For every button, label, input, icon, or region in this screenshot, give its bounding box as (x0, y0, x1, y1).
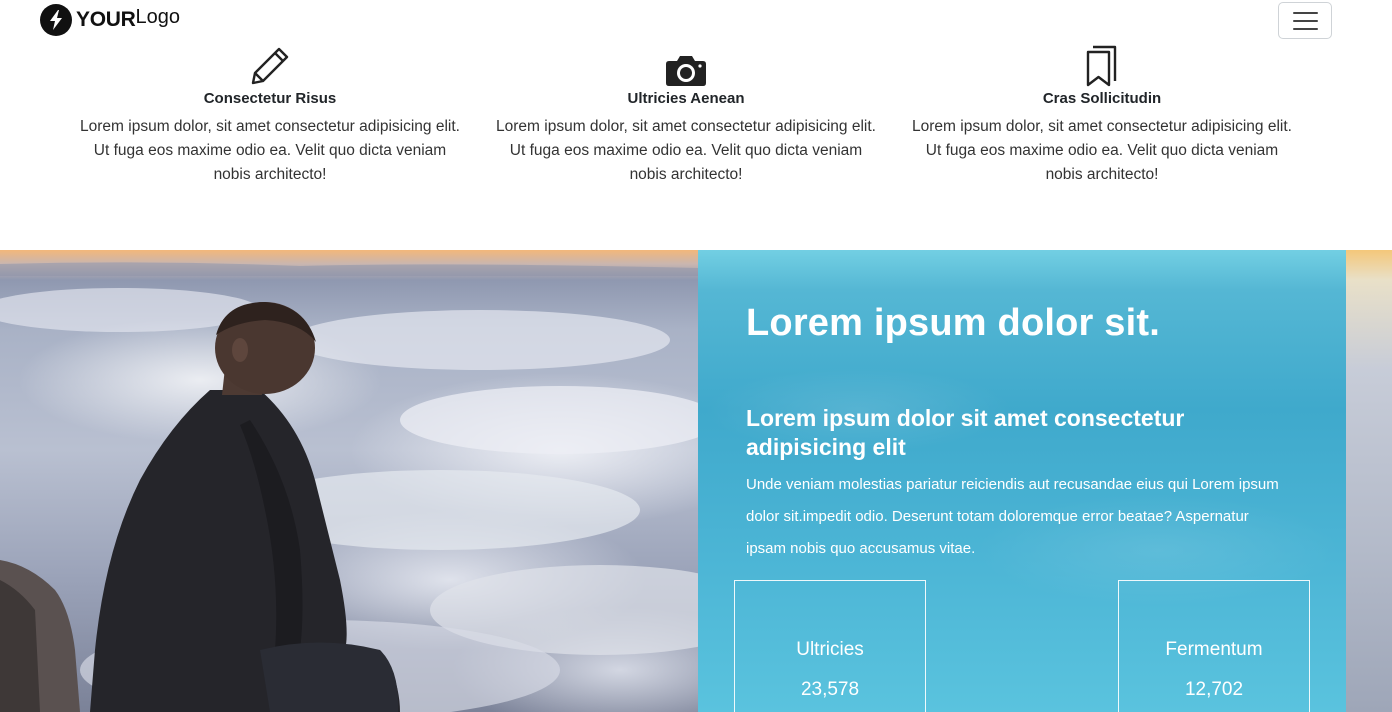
stat-label: Ultricies (796, 639, 864, 660)
stat-box: Ultricies 23,578 (734, 580, 926, 712)
feature-column: Ultricies Aenean Lorem ipsum dolor, sit … (496, 45, 876, 187)
hamburger-icon (1292, 11, 1318, 14)
bookmarks-icon (912, 45, 1292, 87)
stat-value: 12,702 (1184, 679, 1244, 700)
menu-toggle-button[interactable] (1278, 2, 1332, 39)
stat-value: 23,578 (800, 679, 860, 700)
feature-column: Cras Sollicitudin Lorem ipsum dolor, sit… (912, 45, 1292, 187)
navbar: YOUR Logo (0, 0, 1392, 42)
camera-icon (496, 45, 876, 87)
brand-logo[interactable]: YOUR Logo (40, 4, 180, 36)
logo-text-bold: YOUR (76, 8, 136, 31)
feature-column: Consectetur Risus Lorem ipsum dolor, sit… (80, 45, 460, 187)
stat-box: Fermentum 12,702 (1118, 580, 1310, 712)
hero-image-edge (1346, 250, 1392, 712)
hero-heading: Lorem ipsum dolor sit. (746, 302, 1160, 344)
pencil-icon (80, 45, 460, 87)
hero-overlay-panel: Lorem ipsum dolor sit. Lorem ipsum dolor… (698, 250, 1346, 712)
feature-text: Lorem ipsum dolor, sit amet consectetur … (80, 118, 460, 183)
hero-body-text: Unde veniam molestias pariatur reiciendi… (746, 476, 1279, 557)
hero-section: Lorem ipsum dolor sit. Lorem ipsum dolor… (0, 250, 1392, 712)
feature-title: Cras Sollicitudin (1042, 90, 1162, 107)
stat-label: Fermentum (1165, 639, 1263, 660)
logo-text-light: Logo (135, 5, 180, 28)
lightning-bolt-icon (40, 4, 72, 36)
hero-background-image (0, 262, 698, 712)
hero-subheading: Lorem ipsum dolor sit amet consectetur a… (746, 405, 1185, 460)
feature-text: Lorem ipsum dolor, sit amet consectetur … (496, 118, 876, 183)
feature-title: Consectetur Risus (203, 90, 337, 107)
feature-title: Ultricies Aenean (627, 90, 745, 107)
feature-text: Lorem ipsum dolor, sit amet consectetur … (912, 118, 1292, 183)
